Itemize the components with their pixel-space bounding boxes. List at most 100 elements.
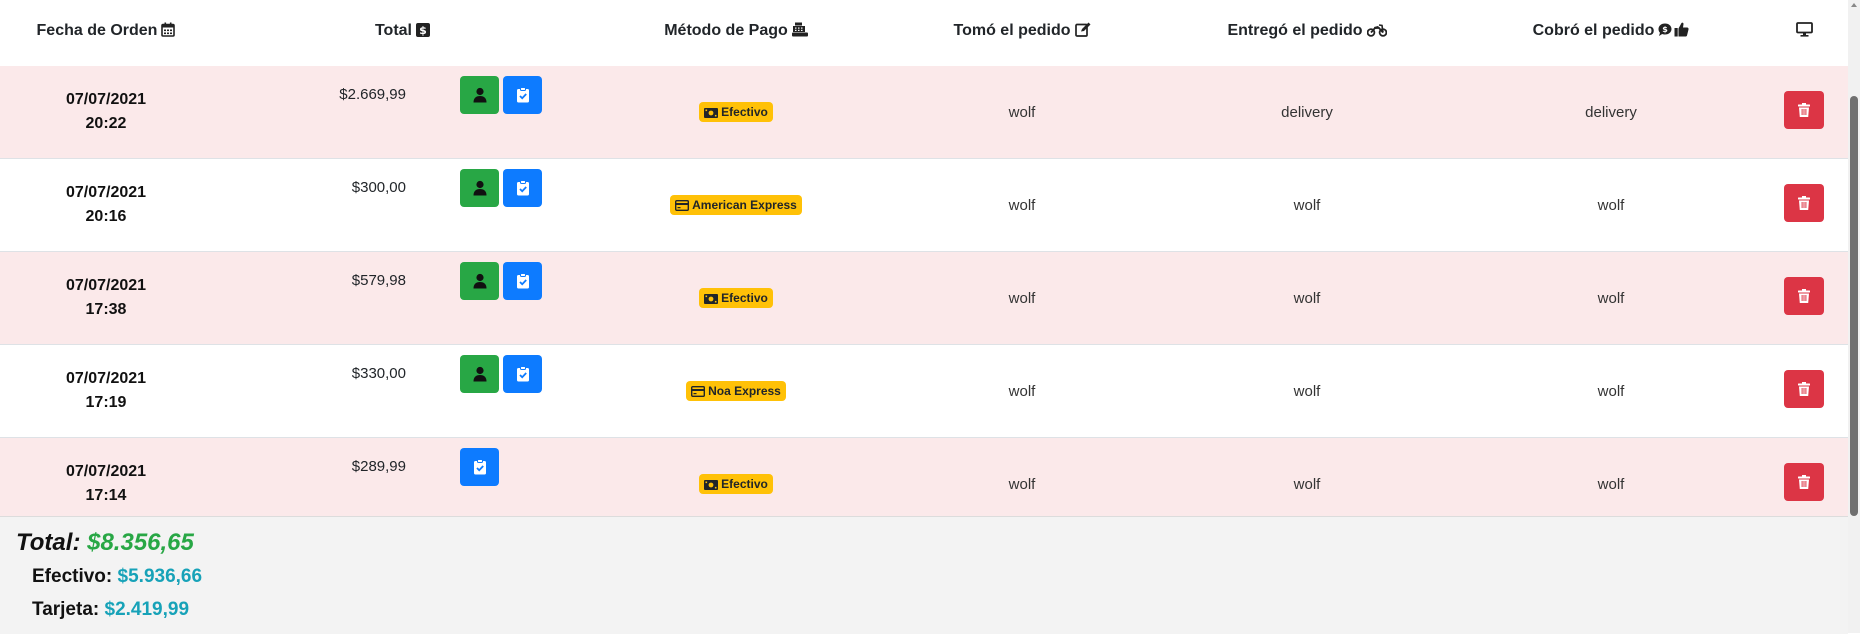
assign-user-button[interactable] xyxy=(460,169,499,207)
order-date: 07/07/2021 xyxy=(65,463,147,480)
header-metodo-label: Método de Pago xyxy=(664,22,788,39)
delete-order-button[interactable] xyxy=(1784,462,1824,501)
credit-card-icon xyxy=(691,384,708,398)
order-time: 17:38 xyxy=(85,301,127,318)
took-order-by: wolf xyxy=(892,64,1152,159)
grand-total-label: Total: xyxy=(16,529,81,556)
money-comment-icon: $ xyxy=(1658,23,1672,42)
orders-table-body: 07/07/2021 20:22 $2.669,99 Efectivo wolf deli… xyxy=(0,64,1848,516)
order-actions xyxy=(430,158,580,252)
payment-method-label: Noa Express xyxy=(708,384,781,398)
order-date-cell: 07/07/2021 20:22 xyxy=(0,64,212,159)
svg-text:$: $ xyxy=(419,24,427,37)
took-order-by: wolf xyxy=(892,437,1152,516)
order-detail-button[interactable] xyxy=(503,169,542,207)
table-row: 07/07/2021 17:38 $579,98 Efectivo wolf wolf wo… xyxy=(0,251,1848,345)
header-total-label: Total xyxy=(374,22,412,39)
order-detail-button[interactable] xyxy=(460,448,499,486)
delivered-by: delivery xyxy=(1152,64,1462,159)
edit-icon xyxy=(1074,22,1091,42)
scroll-up-icon[interactable] xyxy=(1851,3,1857,7)
payment-method-cell: Efectivo xyxy=(580,437,892,516)
orders-table: Fecha de Orden Total $ Método de Pago Tom… xyxy=(0,0,1848,516)
assign-user-button[interactable] xyxy=(460,76,499,114)
cash-total-value: $5.936,66 xyxy=(117,566,203,587)
card-total: Tarjeta: $2.419,99 xyxy=(32,599,189,621)
order-date: 07/07/2021 xyxy=(65,277,147,294)
table-header-row: Fecha de Orden Total $ Método de Pago Tom… xyxy=(0,0,1848,66)
delivered-by: wolf xyxy=(1152,251,1462,345)
delete-cell xyxy=(1760,437,1848,516)
payment-method-label: Efectivo xyxy=(721,477,768,491)
order-detail-button[interactable] xyxy=(503,76,542,114)
table-row: 07/07/2021 17:19 $330,00 Noa Express wolf wol… xyxy=(0,344,1848,438)
order-time: 17:14 xyxy=(85,487,127,504)
charged-by: wolf xyxy=(1462,437,1760,516)
cash-icon xyxy=(704,105,721,119)
delete-cell xyxy=(1760,64,1848,159)
payment-method-label: Efectivo xyxy=(721,291,768,305)
delivered-by: wolf xyxy=(1152,158,1462,252)
motorcycle-icon xyxy=(1366,23,1387,42)
desktop-icon xyxy=(1795,22,1813,42)
took-order-by: wolf xyxy=(892,344,1152,438)
payment-badge: Efectivo xyxy=(699,288,773,308)
payment-method-cell: American Express xyxy=(580,158,892,252)
table-row: 07/07/2021 20:16 $300,00 American Express wo… xyxy=(0,158,1848,252)
order-date: 07/07/2021 xyxy=(65,91,147,108)
header-cobro: Cobró el pedido $ xyxy=(1462,0,1760,66)
delete-cell xyxy=(1760,158,1848,252)
payment-badge: Efectivo xyxy=(699,474,773,494)
order-detail-button[interactable] xyxy=(503,262,542,300)
order-total: $2.669,99 xyxy=(212,64,430,159)
delete-order-button[interactable] xyxy=(1784,369,1824,408)
charged-by: delivery xyxy=(1462,64,1760,159)
header-fecha-label: Fecha de Orden xyxy=(36,22,158,39)
order-time: 20:22 xyxy=(85,115,127,132)
delivered-by: wolf xyxy=(1152,344,1462,438)
header-entrego-label: Entregó el pedido xyxy=(1227,22,1363,39)
header-tomo: Tomó el pedido xyxy=(892,0,1152,66)
delivered-by: wolf xyxy=(1152,437,1462,516)
order-total: $300,00 xyxy=(212,158,430,252)
delete-order-button[interactable] xyxy=(1784,90,1824,129)
order-date: 07/07/2021 xyxy=(65,370,147,387)
assign-user-button[interactable] xyxy=(460,355,499,393)
grand-total-value: $8.356,65 xyxy=(87,529,194,556)
assign-user-button[interactable] xyxy=(460,262,499,300)
order-actions xyxy=(430,437,580,516)
calendar-icon xyxy=(161,22,176,42)
cash-icon xyxy=(704,477,721,491)
delete-cell xyxy=(1760,251,1848,345)
charged-by: wolf xyxy=(1462,344,1760,438)
payment-method-label: Efectivo xyxy=(721,105,768,119)
order-date-cell: 07/07/2021 17:14 xyxy=(0,437,212,516)
order-total: $289,99 xyxy=(212,437,430,516)
grand-total: Total: $8.356,65 xyxy=(16,529,194,557)
header-tomo-label: Tomó el pedido xyxy=(953,22,1071,39)
order-date-cell: 07/07/2021 17:38 xyxy=(0,251,212,345)
thumbs-up-icon xyxy=(1674,22,1689,42)
order-date-cell: 07/07/2021 17:19 xyxy=(0,344,212,438)
cash-total-label: Efectivo: xyxy=(32,566,113,587)
order-date: 07/07/2021 xyxy=(65,184,147,201)
delete-order-button[interactable] xyxy=(1784,183,1824,222)
took-order-by: wolf xyxy=(892,158,1152,252)
credit-card-icon xyxy=(675,198,692,212)
payment-badge: Efectivo xyxy=(699,102,773,122)
table-row: 07/07/2021 20:22 $2.669,99 Efectivo wolf deli… xyxy=(0,64,1848,159)
delete-order-button[interactable] xyxy=(1784,276,1824,315)
cash-icon xyxy=(704,291,721,305)
delete-cell xyxy=(1760,344,1848,438)
cash-total: Efectivo: $5.936,66 xyxy=(32,566,202,588)
order-date-cell: 07/07/2021 20:16 xyxy=(0,158,212,252)
payment-badge: American Express xyxy=(670,195,802,215)
svg-text:$: $ xyxy=(1663,25,1669,34)
vertical-scrollbar[interactable] xyxy=(1848,0,1860,633)
header-total: Total $ xyxy=(212,0,430,66)
order-actions xyxy=(430,64,580,159)
card-total-label: Tarjeta: xyxy=(32,599,100,620)
scrollbar-thumb[interactable] xyxy=(1850,96,1858,516)
order-detail-button[interactable] xyxy=(503,355,542,393)
payment-method-cell: Efectivo xyxy=(580,64,892,159)
